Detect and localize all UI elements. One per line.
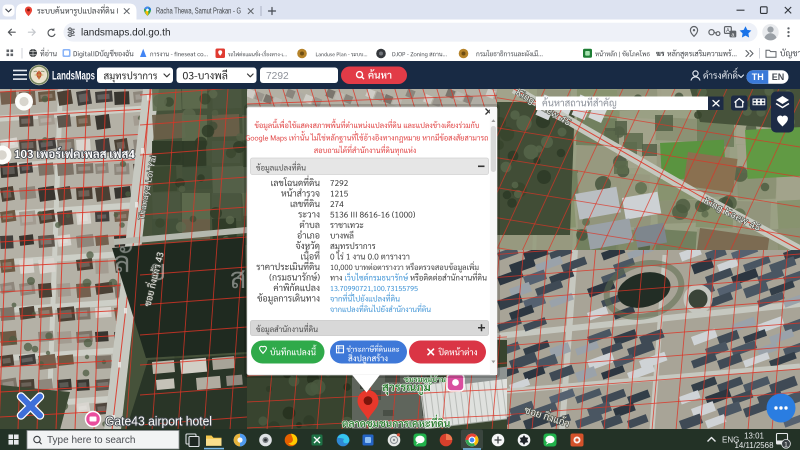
- svg-text:7292: 7292: [266, 71, 289, 82]
- svg-text:Type here to search: Type here to search: [47, 435, 135, 446]
- svg-text:1: 1: [784, 441, 788, 448]
- svg-text:TH: TH: [752, 72, 764, 82]
- svg-text:Racha Thewa, Samut Prakan - G: Racha Thewa, Samut Prakan - G: [156, 6, 241, 16]
- svg-text:EN: EN: [772, 72, 785, 82]
- svg-text:14/11/2568: 14/11/2568: [735, 441, 775, 450]
- svg-text:landsmaps.dol.go.th: landsmaps.dol.go.th: [81, 28, 171, 39]
- svg-text:13:01: 13:01: [744, 431, 764, 440]
- svg-text:Gate43 airport hotel: Gate43 airport hotel: [105, 415, 212, 429]
- svg-text:LandsMaps: LandsMaps: [52, 68, 95, 82]
